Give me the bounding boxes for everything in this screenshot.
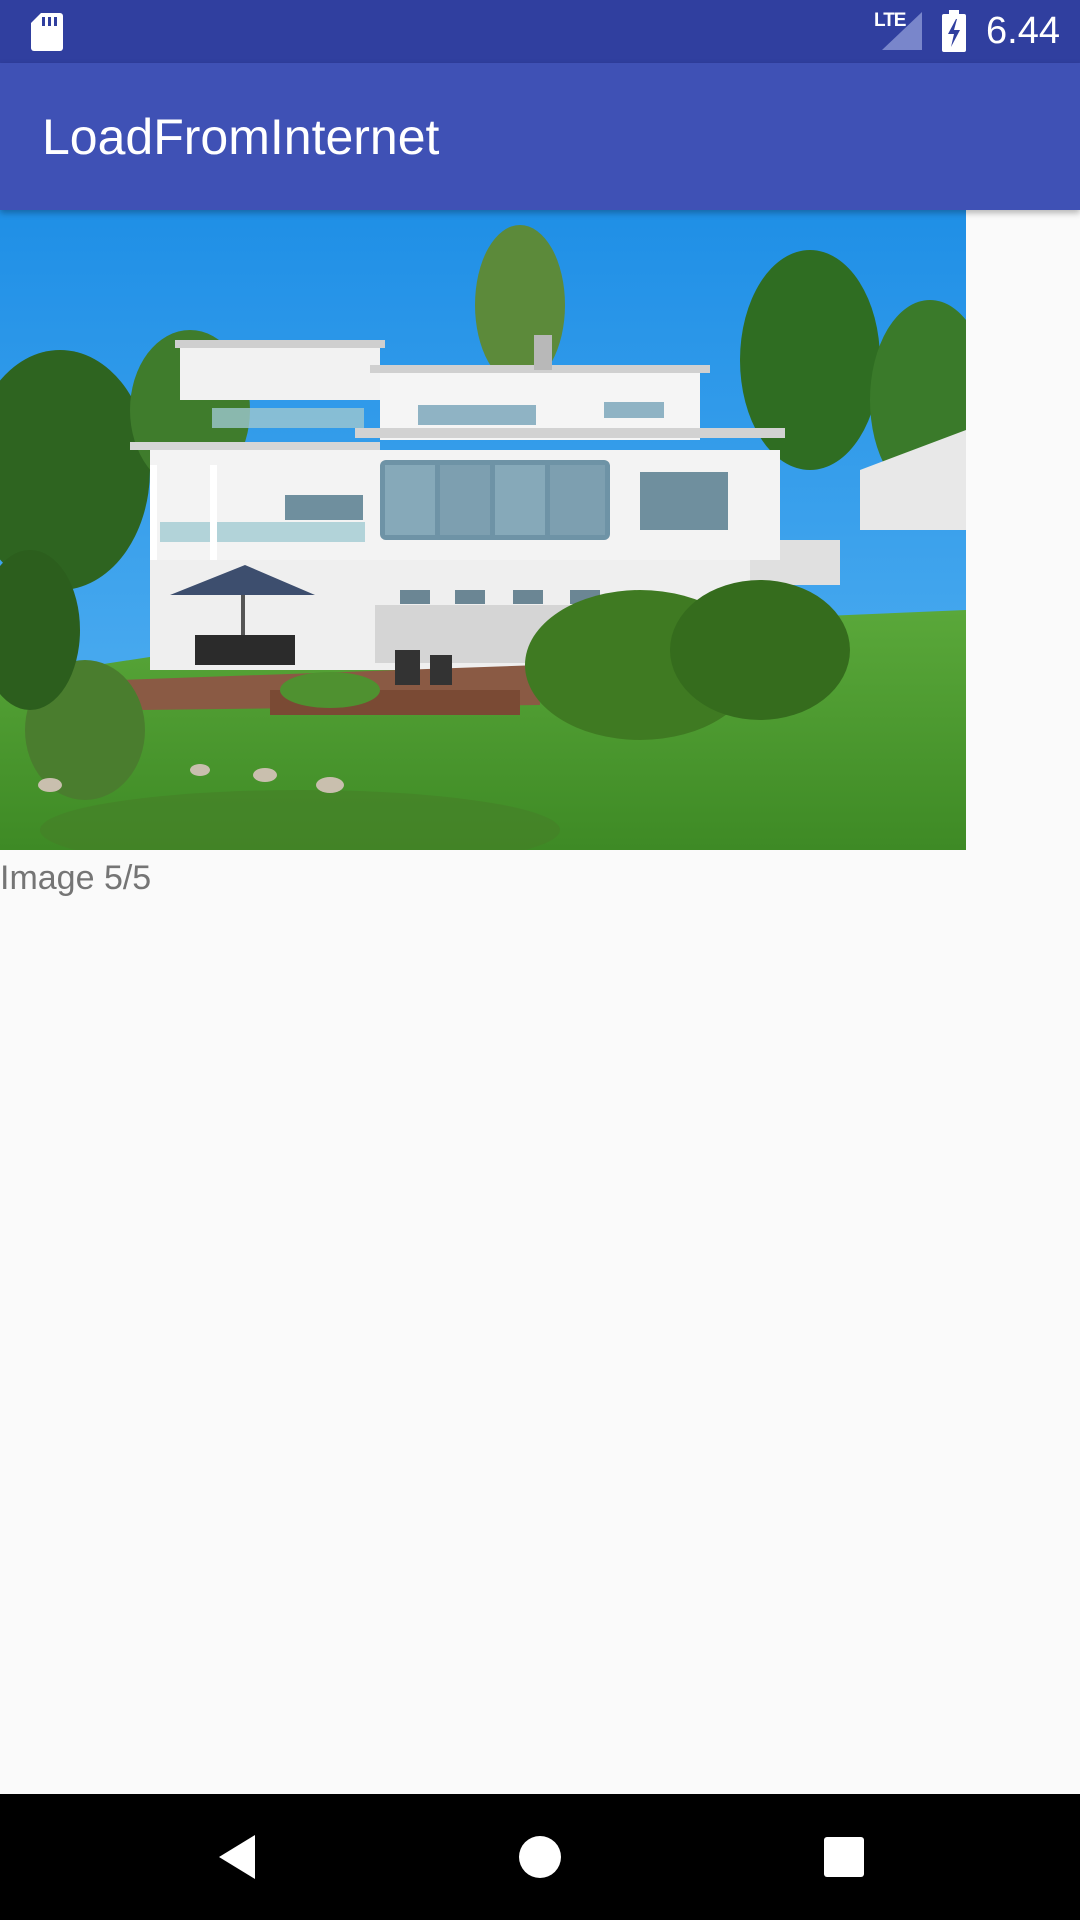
sd-card-icon: [31, 13, 63, 51]
image-counter-label: Image 5/5: [0, 859, 152, 897]
loaded-image: [0, 210, 966, 850]
app-title: LoadFromInternet: [42, 109, 440, 165]
house-photo: [0, 210, 966, 850]
clock: 6.44: [986, 10, 1060, 52]
battery-charging-icon: [942, 10, 966, 52]
home-icon[interactable]: [512, 1829, 568, 1885]
status-bar: LTE 6.44: [0, 0, 1080, 63]
app-bar: LoadFromInternet: [0, 63, 1080, 210]
back-icon[interactable]: [209, 1829, 265, 1885]
recents-icon[interactable]: [816, 1829, 872, 1885]
navigation-bar: [0, 1794, 1080, 1920]
signal-icon: [882, 12, 922, 50]
